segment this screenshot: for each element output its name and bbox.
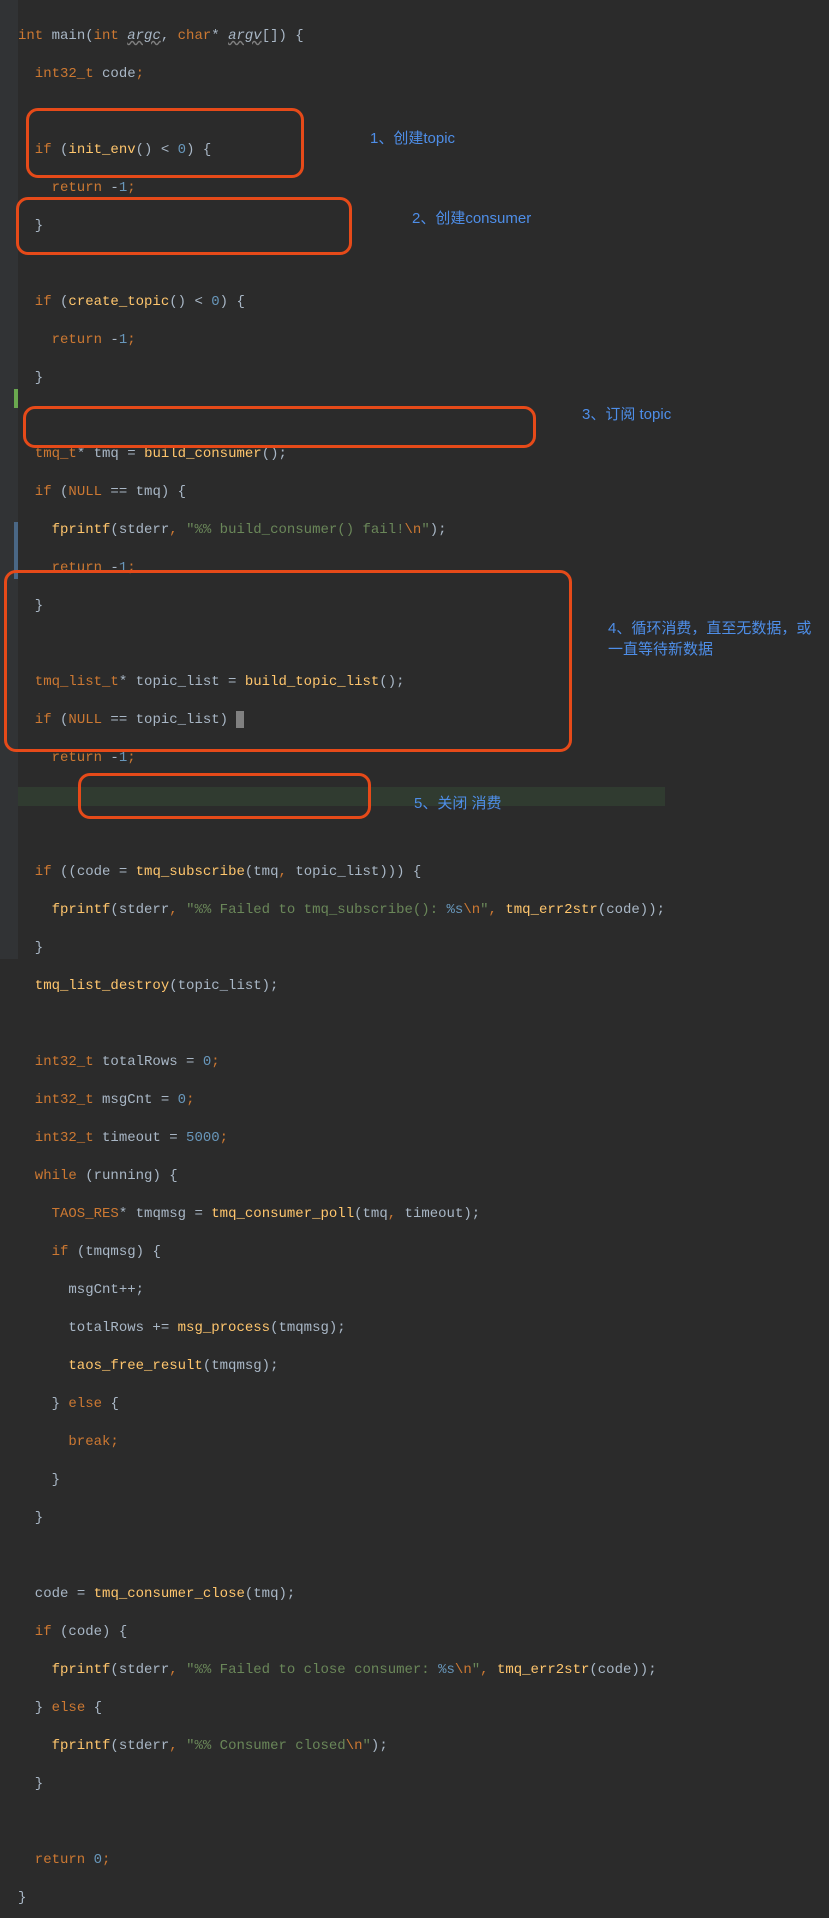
code-line[interactable]: } bbox=[18, 1889, 665, 1908]
code-line[interactable] bbox=[18, 787, 665, 806]
code-line[interactable]: } bbox=[18, 369, 665, 388]
code-line[interactable]: } else { bbox=[18, 1699, 665, 1718]
code-line[interactable]: } bbox=[18, 1509, 665, 1528]
code-line[interactable]: if (NULL == tmq) { bbox=[18, 483, 665, 502]
code-line[interactable] bbox=[18, 407, 665, 426]
code-line[interactable]: if (NULL == topic_list) bbox=[18, 711, 665, 730]
code-line[interactable] bbox=[18, 103, 665, 122]
code-line[interactable]: } bbox=[18, 1775, 665, 1794]
code-line[interactable]: return 0; bbox=[18, 1851, 665, 1870]
code-line[interactable]: break; bbox=[18, 1433, 665, 1452]
code-line[interactable]: fprintf(stderr, "%% Consumer closed\n"); bbox=[18, 1737, 665, 1756]
code-editor[interactable]: int main(int argc, char* argv[]) { int32… bbox=[18, 8, 665, 1918]
code-line[interactable]: int32_t totalRows = 0; bbox=[18, 1053, 665, 1072]
function-name: main bbox=[52, 28, 86, 44]
code-line[interactable]: } bbox=[18, 1471, 665, 1490]
editor-gutter bbox=[0, 0, 18, 959]
code-line[interactable]: code = tmq_consumer_close(tmq); bbox=[18, 1585, 665, 1604]
code-line[interactable]: if (init_env() < 0) { bbox=[18, 141, 665, 160]
code-line[interactable]: msgCnt++; bbox=[18, 1281, 665, 1300]
code-line[interactable] bbox=[18, 1547, 665, 1566]
code-line[interactable]: fprintf(stderr, "%% Failed to close cons… bbox=[18, 1661, 665, 1680]
code-line[interactable]: } bbox=[18, 217, 665, 236]
code-line[interactable]: int main(int argc, char* argv[]) { bbox=[18, 27, 665, 46]
code-line[interactable]: if ((code = tmq_subscribe(tmq, topic_lis… bbox=[18, 863, 665, 882]
code-line[interactable] bbox=[18, 1813, 665, 1832]
text-cursor bbox=[236, 711, 244, 728]
keyword: int bbox=[18, 28, 52, 44]
code-line[interactable]: if (tmqmsg) { bbox=[18, 1243, 665, 1262]
code-line[interactable] bbox=[18, 1015, 665, 1034]
code-line[interactable]: tmq_t* tmq = build_consumer(); bbox=[18, 445, 665, 464]
code-line[interactable] bbox=[18, 635, 665, 654]
code-line[interactable] bbox=[18, 825, 665, 844]
code-line[interactable]: return -1; bbox=[18, 559, 665, 578]
code-line[interactable]: int32_t msgCnt = 0; bbox=[18, 1091, 665, 1110]
code-line[interactable]: tmq_list_destroy(topic_list); bbox=[18, 977, 665, 996]
code-line[interactable]: int32_t code; bbox=[18, 65, 665, 84]
code-line[interactable]: if (create_topic() < 0) { bbox=[18, 293, 665, 312]
param-argv: argv bbox=[228, 28, 262, 44]
code-line[interactable]: } else { bbox=[18, 1395, 665, 1414]
code-line[interactable]: while (running) { bbox=[18, 1167, 665, 1186]
code-line[interactable]: tmq_list_t* topic_list = build_topic_lis… bbox=[18, 673, 665, 692]
param-argc: argc bbox=[127, 28, 161, 44]
code-line[interactable]: } bbox=[18, 939, 665, 958]
code-line[interactable]: return -1; bbox=[18, 179, 665, 198]
code-line[interactable]: fprintf(stderr, "%% build_consumer() fai… bbox=[18, 521, 665, 540]
code-line[interactable]: TAOS_RES* tmqmsg = tmq_consumer_poll(tmq… bbox=[18, 1205, 665, 1224]
code-line[interactable]: int32_t timeout = 5000; bbox=[18, 1129, 665, 1148]
code-line[interactable]: taos_free_result(tmqmsg); bbox=[18, 1357, 665, 1376]
code-line[interactable]: fprintf(stderr, "%% Failed to tmq_subscr… bbox=[18, 901, 665, 920]
code-line[interactable] bbox=[18, 255, 665, 274]
code-line[interactable]: return -1; bbox=[18, 749, 665, 768]
code-line[interactable]: if (code) { bbox=[18, 1623, 665, 1642]
code-line[interactable]: totalRows += msg_process(tmqmsg); bbox=[18, 1319, 665, 1338]
code-line[interactable]: } bbox=[18, 597, 665, 616]
code-line[interactable]: return -1; bbox=[18, 331, 665, 350]
